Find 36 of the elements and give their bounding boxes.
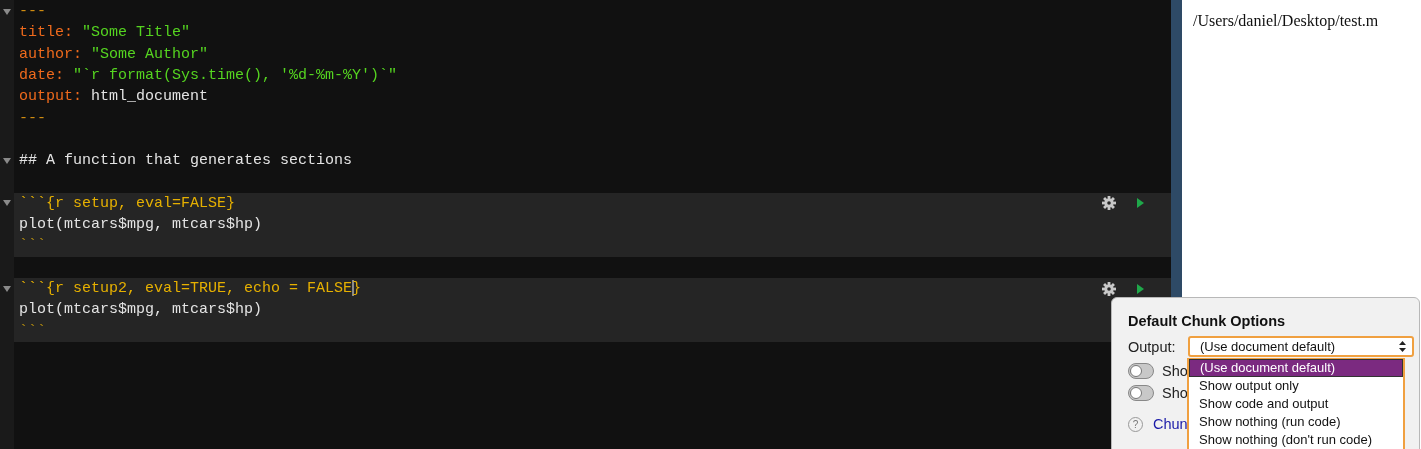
toggle-label: Sho [1162,384,1188,401]
code-text: ``` [18,237,46,255]
fold-arrow-icon[interactable] [3,157,11,164]
code-text: plot(mtcars$mpg, mtcars$hp) [18,301,263,319]
file-path: /Users/daniel/Desktop/test.m [1192,11,1380,30]
help-link[interactable]: Chun [1153,416,1188,432]
code-text: ## A function that generates sections [18,152,353,170]
toggle-label: Sho [1162,362,1188,379]
code-text: ```{r setup2, eval=TRUE, echo = FALSE} [18,280,362,297]
code-text: ``` [18,322,46,340]
toggle-switch[interactable] [1128,362,1154,379]
code-text: title: "Some Title" [18,24,191,42]
run-chunk-icon[interactable] [1137,198,1144,209]
dropdown-option[interactable]: Show nothing (run code) [1189,413,1403,431]
code-text: ```{r setup, eval=FALSE} [18,194,236,212]
code-text: output: html_document [18,88,209,106]
settings-icon[interactable] [1102,196,1116,211]
code-text: --- [18,109,46,127]
popup-title: Default Chunk Options [1128,313,1287,329]
dropdown-option[interactable]: (Use document default) [1189,359,1403,377]
dropdown-option[interactable]: Show nothing (don't run code) [1189,431,1403,449]
toggle-switch[interactable] [1128,384,1154,401]
code-text: plot(mtcars$mpg, mtcars$hp) [18,216,263,234]
code-text: date: "`r format(Sys.time(), '%d-%m-%Y')`" [18,67,398,85]
output-select[interactable]: (Use document default) [1188,336,1414,357]
dropdown-option[interactable]: Show code and output [1189,395,1403,413]
code-text: --- [18,3,46,21]
fold-arrow-icon[interactable] [3,285,11,292]
fold-arrow-icon[interactable] [3,8,11,15]
code-text: author: "Some Author" [18,45,209,63]
run-chunk-icon[interactable] [1137,283,1144,294]
settings-icon[interactable] [1102,281,1116,296]
dropdown-option[interactable]: Show output only [1189,377,1403,395]
select-arrows-icon [1399,341,1406,352]
fold-arrow-icon[interactable] [3,200,11,207]
output-label: Output: [1128,338,1177,355]
